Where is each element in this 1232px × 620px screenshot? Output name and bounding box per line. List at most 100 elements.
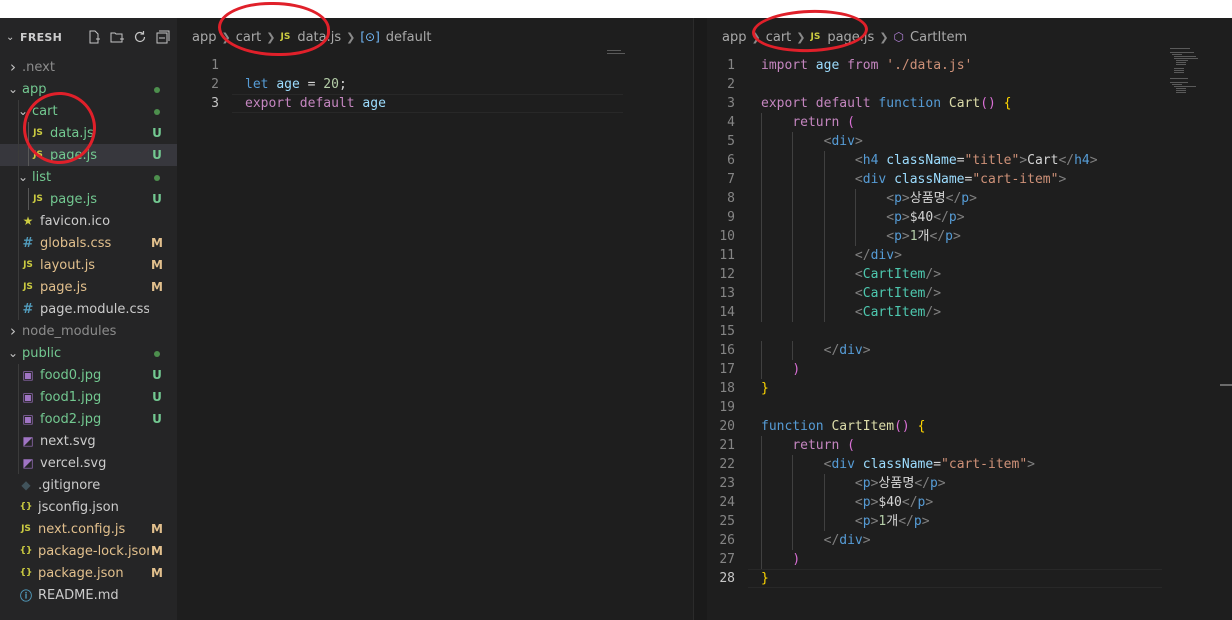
tree-item[interactable]: ⌄ public xyxy=(0,342,177,364)
code-text[interactable]: </div> xyxy=(748,246,902,265)
code-line[interactable]: 23 <p>상품명</p> xyxy=(707,474,1232,493)
breadcrumb-root[interactable]: app xyxy=(722,30,746,45)
tree-item[interactable]: ★ favicon.ico xyxy=(0,210,177,232)
tree-item[interactable]: ⓘ README.md xyxy=(0,584,177,606)
tree-item[interactable]: {} package.json M xyxy=(0,562,177,584)
editor-group-right[interactable]: app ❯ cart ❯ JS page.js ❯ ⬡ CartItem 1 im… xyxy=(707,18,1232,620)
tree-item[interactable]: ▣ food0.jpg U xyxy=(0,364,177,386)
code-text[interactable]: export default function Cart() { xyxy=(748,94,1012,113)
new-folder-icon[interactable] xyxy=(109,29,125,45)
code-text[interactable]: import age from './data.js' xyxy=(748,56,972,75)
tree-item[interactable]: ▣ food1.jpg U xyxy=(0,386,177,408)
tree-item[interactable]: # globals.css M xyxy=(0,232,177,254)
tree-item[interactable]: {} jsconfig.json xyxy=(0,496,177,518)
code-line[interactable]: 28} xyxy=(707,569,1232,588)
tree-item[interactable]: ⌄ list xyxy=(0,166,177,188)
code-line[interactable]: 26 </div> xyxy=(707,531,1232,550)
tree-item[interactable]: JS page.js U xyxy=(0,188,177,210)
code-line[interactable]: 17 ) xyxy=(707,360,1232,379)
code-text[interactable]: <p>1개</p> xyxy=(748,512,930,531)
tree-item[interactable]: JS layout.js M xyxy=(0,254,177,276)
tree-item[interactable]: ◆ .gitignore xyxy=(0,474,177,496)
code-text[interactable] xyxy=(748,322,761,341)
code-line[interactable]: 13 <CartItem/> xyxy=(707,284,1232,303)
editor-group-left[interactable]: app ❯ cart ❯ JS data.js ❯ [⊙] default 1 2… xyxy=(177,18,693,620)
tree-item[interactable]: › .next xyxy=(0,56,177,78)
tree-item[interactable]: ⌄ cart xyxy=(0,100,177,122)
code-line[interactable]: 15 xyxy=(707,322,1232,341)
tree-item[interactable]: JS data.js U xyxy=(0,122,177,144)
code-line[interactable]: 10 <p>1개</p> xyxy=(707,227,1232,246)
code-line[interactable]: 6 <h4 className="title">Cart</h4> xyxy=(707,151,1232,170)
code-line[interactable]: 1 import age from './data.js' xyxy=(707,56,1232,75)
code-line[interactable]: 2 xyxy=(707,75,1232,94)
code-line[interactable]: 21 return ( xyxy=(707,436,1232,455)
code-text[interactable] xyxy=(748,75,761,94)
vertical-scrollbar[interactable] xyxy=(1220,18,1232,620)
code-line[interactable]: 12 <CartItem/> xyxy=(707,265,1232,284)
code-line[interactable]: 27 ) xyxy=(707,550,1232,569)
breadcrumb-file[interactable]: page.js xyxy=(827,30,874,45)
code-line[interactable]: 9 <p>$40</p> xyxy=(707,208,1232,227)
code-text[interactable]: return ( xyxy=(748,436,855,455)
code-line[interactable]: 19 xyxy=(707,398,1232,417)
code-line[interactable]: 20 function CartItem() { xyxy=(707,417,1232,436)
chevron-down-icon[interactable]: ⌄ xyxy=(6,346,20,360)
tree-item[interactable]: JS page.js U xyxy=(0,144,177,166)
tree-item[interactable]: JS next.config.js M xyxy=(0,518,177,540)
editor-split-divider[interactable] xyxy=(693,18,707,620)
code-text[interactable]: </div> xyxy=(748,531,871,550)
code-text[interactable]: ) xyxy=(748,360,800,379)
refresh-icon[interactable] xyxy=(132,29,148,45)
chevron-right-icon[interactable]: › xyxy=(6,322,20,340)
code-text[interactable]: function CartItem() { xyxy=(748,417,925,436)
code-text[interactable]: <div> xyxy=(748,132,863,151)
code-line[interactable]: 7 <div className="cart-item"> xyxy=(707,170,1232,189)
code-text[interactable]: <p>상품명</p> xyxy=(748,474,946,493)
code-line[interactable]: 16 </div> xyxy=(707,341,1232,360)
code-line[interactable]: 11 </div> xyxy=(707,246,1232,265)
breadcrumb-symbol[interactable]: default xyxy=(386,30,432,45)
code-text[interactable]: <CartItem/> xyxy=(748,284,941,303)
code-text[interactable]: <p>$40</p> xyxy=(748,208,964,227)
tree-item[interactable]: ◩ next.svg xyxy=(0,430,177,452)
explorer-header[interactable]: ⌄ FRESH xyxy=(0,18,177,56)
code-line[interactable]: 5 <div> xyxy=(707,132,1232,151)
code-line[interactable]: 4 return ( xyxy=(707,113,1232,132)
code-line[interactable]: 22 <div className="cart-item"> xyxy=(707,455,1232,474)
breadcrumb-symbol[interactable]: CartItem xyxy=(910,30,967,45)
chevron-down-icon[interactable]: ⌄ xyxy=(6,82,20,96)
code-area-right[interactable]: 1 import age from './data.js' 2 3 export def… xyxy=(707,56,1232,588)
code-text[interactable]: <div className="cart-item"> xyxy=(748,455,1035,474)
code-text[interactable]: <CartItem/> xyxy=(748,303,941,322)
code-text[interactable]: let age = 20; xyxy=(232,75,347,94)
tree-item[interactable]: JS page.js M xyxy=(0,276,177,298)
code-text[interactable]: <CartItem/> xyxy=(748,265,941,284)
tree-item[interactable]: ⌄ app xyxy=(0,78,177,100)
code-text[interactable]: <h4 className="title">Cart</h4> xyxy=(748,151,1098,170)
code-text[interactable]: <p>$40</p> xyxy=(748,493,933,512)
tree-item[interactable]: › node_modules xyxy=(0,320,177,342)
chevron-down-icon[interactable]: ⌄ xyxy=(6,32,20,43)
code-line[interactable]: 14 <CartItem/> xyxy=(707,303,1232,322)
code-text[interactable] xyxy=(232,56,245,75)
code-text[interactable]: ) xyxy=(748,550,800,569)
tree-item[interactable]: ◩ vercel.svg xyxy=(0,452,177,474)
new-file-icon[interactable] xyxy=(86,29,102,45)
code-text[interactable]: <p>상품명</p> xyxy=(748,189,977,208)
tree-item[interactable]: {} package-lock.json M xyxy=(0,540,177,562)
breadcrumb-folder[interactable]: cart xyxy=(236,30,262,45)
code-text[interactable] xyxy=(748,398,761,417)
minimap-left[interactable] xyxy=(607,48,657,128)
collapse-all-icon[interactable] xyxy=(155,29,171,45)
code-text[interactable]: return ( xyxy=(748,113,855,132)
chevron-right-icon[interactable]: › xyxy=(6,58,20,76)
breadcrumb-folder[interactable]: cart xyxy=(766,30,792,45)
tree-item[interactable]: # page.module.css xyxy=(0,298,177,320)
code-line[interactable]: 3 export default function Cart() { xyxy=(707,94,1232,113)
breadcrumb-root[interactable]: app xyxy=(192,30,216,45)
code-text[interactable]: } xyxy=(748,379,769,398)
code-text[interactable]: </div> xyxy=(748,341,871,360)
code-line[interactable]: 25 <p>1개</p> xyxy=(707,512,1232,531)
breadcrumb-file[interactable]: data.js xyxy=(297,30,341,45)
